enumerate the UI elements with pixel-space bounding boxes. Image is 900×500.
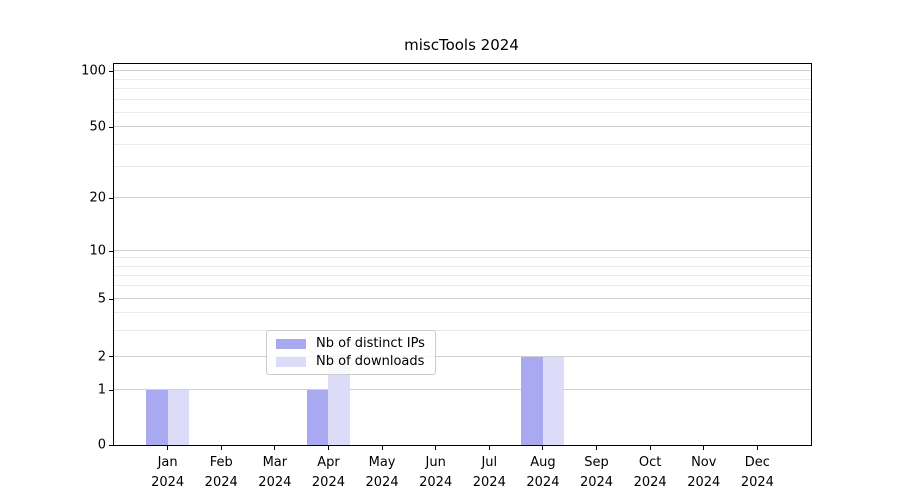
x-tick-mark [274, 446, 275, 450]
major-gridline [114, 126, 811, 127]
x-tick-label-aug: Aug2024 [526, 453, 559, 492]
x-tick-year: 2024 [687, 473, 720, 493]
x-tick-mark [596, 446, 597, 450]
minor-gridline [114, 330, 811, 331]
minor-gridline [114, 144, 811, 145]
bar-downloads-aug [543, 357, 564, 445]
legend-item-downloads: Nb of downloads [276, 355, 425, 368]
minor-gridline [114, 99, 811, 100]
legend-swatch-downloads [276, 357, 306, 367]
y-tick-label: 0 [98, 439, 106, 452]
major-gridline [114, 356, 811, 357]
y-tick-label: 20 [89, 192, 106, 205]
x-tick-label-jan: Jan2024 [151, 453, 184, 492]
x-tick-label-may: May2024 [366, 453, 399, 492]
x-tick-month: Dec [741, 453, 774, 473]
x-tick-year: 2024 [205, 473, 238, 493]
x-tick-year: 2024 [258, 473, 291, 493]
legend: Nb of distinct IPs Nb of downloads [266, 330, 436, 375]
y-tick-mark [109, 198, 113, 199]
x-tick-label-jul: Jul2024 [473, 453, 506, 492]
major-gridline [114, 389, 811, 390]
x-tick-label-sep: Sep2024 [580, 453, 613, 492]
x-tick-month: Mar [258, 453, 291, 473]
x-tick-mark [703, 446, 704, 450]
y-tick-mark [109, 445, 113, 446]
x-tick-mark [435, 446, 436, 450]
legend-label-downloads: Nb of downloads [316, 355, 424, 368]
x-tick-month: Jan [151, 453, 184, 473]
x-tick-label-nov: Nov2024 [687, 453, 720, 492]
legend-swatch-distinct-ips [276, 339, 306, 349]
x-tick-mark [757, 446, 758, 450]
y-tick-label: 10 [89, 245, 106, 258]
y-tick-mark [109, 390, 113, 391]
bar-distinct-ips-aug [521, 357, 542, 445]
bar-distinct-ips-apr [307, 390, 328, 445]
legend-label-distinct-ips: Nb of distinct IPs [316, 337, 425, 350]
x-tick-year: 2024 [580, 473, 613, 493]
x-tick-year: 2024 [151, 473, 184, 493]
minor-gridline [114, 285, 811, 286]
major-gridline [114, 197, 811, 198]
major-gridline [114, 298, 811, 299]
x-tick-mark [542, 446, 543, 450]
x-tick-label-apr: Apr2024 [312, 453, 345, 492]
x-tick-label-mar: Mar2024 [258, 453, 291, 492]
y-tick-label: 100 [81, 65, 106, 78]
y-tick-label: 50 [89, 121, 106, 134]
chart-title: miscTools 2024 [113, 36, 810, 54]
x-tick-year: 2024 [312, 473, 345, 493]
x-tick-year: 2024 [419, 473, 452, 493]
x-tick-month: Jul [473, 453, 506, 473]
x-tick-label-dec: Dec2024 [741, 453, 774, 492]
x-tick-month: Nov [687, 453, 720, 473]
x-tick-month: Feb [205, 453, 238, 473]
x-tick-year: 2024 [526, 473, 559, 493]
y-tick-label: 1 [98, 384, 106, 397]
x-tick-month: Aug [526, 453, 559, 473]
minor-gridline [114, 88, 811, 89]
y-tick-label: 2 [98, 350, 106, 363]
minor-gridline [114, 257, 811, 258]
x-tick-mark [382, 446, 383, 450]
minor-gridline [114, 79, 811, 80]
x-tick-year: 2024 [634, 473, 667, 493]
x-tick-label-oct: Oct2024 [634, 453, 667, 492]
x-tick-month: Oct [634, 453, 667, 473]
figure: miscTools 2024 0125102050100Jan2024Feb20… [0, 0, 900, 500]
minor-gridline [114, 312, 811, 313]
bar-distinct-ips-jan [146, 390, 167, 445]
x-tick-month: Jun [419, 453, 452, 473]
y-tick-mark [109, 299, 113, 300]
major-gridline [114, 70, 811, 71]
y-tick-mark [109, 71, 113, 72]
y-tick-mark [109, 356, 113, 357]
x-tick-mark [489, 446, 490, 450]
x-tick-label-feb: Feb2024 [205, 453, 238, 492]
x-tick-mark [221, 446, 222, 450]
plot-area: 0125102050100Jan2024Feb2024Mar2024Apr202… [113, 63, 812, 446]
x-tick-year: 2024 [473, 473, 506, 493]
bar-downloads-jan [168, 390, 189, 445]
y-tick-label: 5 [98, 293, 106, 306]
x-tick-month: Apr [312, 453, 345, 473]
x-tick-year: 2024 [366, 473, 399, 493]
x-tick-month: May [366, 453, 399, 473]
y-tick-mark [109, 251, 113, 252]
x-tick-mark [167, 446, 168, 450]
minor-gridline [114, 266, 811, 267]
minor-gridline [114, 112, 811, 113]
x-tick-mark [328, 446, 329, 450]
y-tick-mark [109, 127, 113, 128]
legend-item-distinct-ips: Nb of distinct IPs [276, 337, 425, 350]
x-tick-mark [650, 446, 651, 450]
minor-gridline [114, 275, 811, 276]
minor-gridline [114, 166, 811, 167]
x-tick-year: 2024 [741, 473, 774, 493]
x-tick-month: Sep [580, 453, 613, 473]
x-tick-label-jun: Jun2024 [419, 453, 452, 492]
major-gridline [114, 250, 811, 251]
